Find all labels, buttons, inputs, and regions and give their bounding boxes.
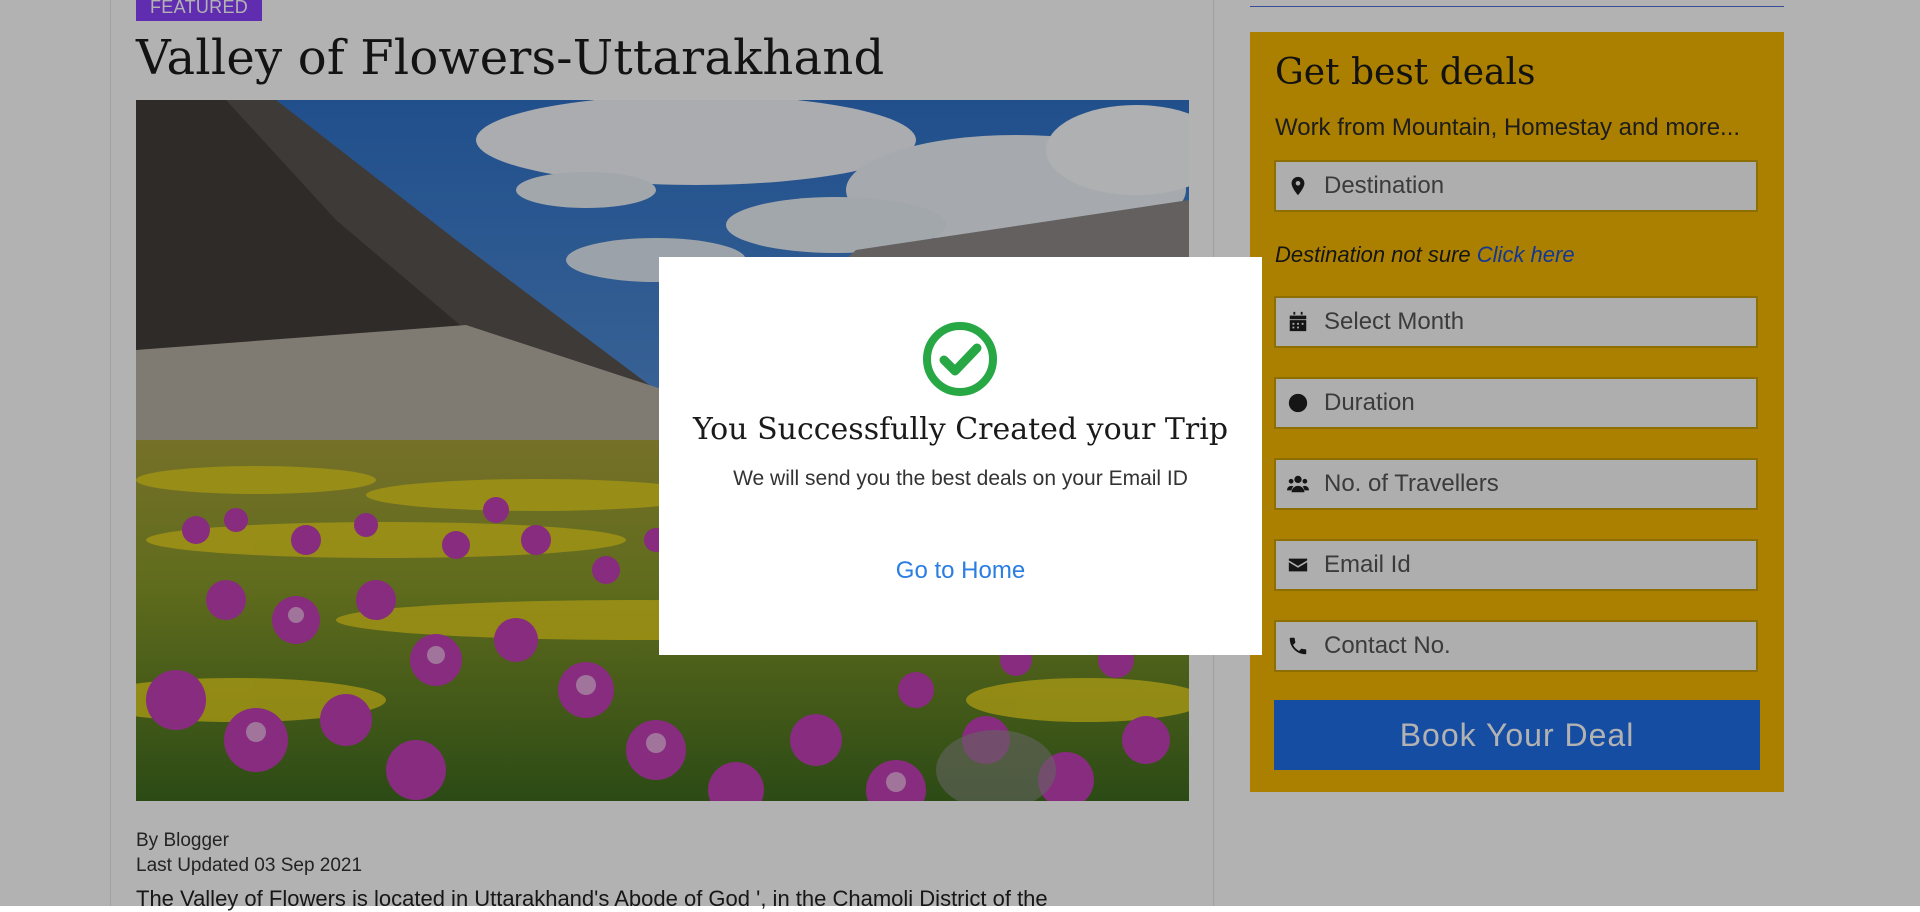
check-circle-icon: [923, 322, 997, 396]
modal-message: We will send you the best deals on your …: [733, 467, 1188, 490]
success-modal: You Successfully Created your Trip We wi…: [659, 257, 1262, 655]
page: FEATURED Valley of Flowers-Uttarakhand B…: [0, 0, 1920, 911]
modal-title: You Successfully Created your Trip: [692, 412, 1229, 447]
go-to-home-link[interactable]: Go to Home: [659, 557, 1262, 585]
